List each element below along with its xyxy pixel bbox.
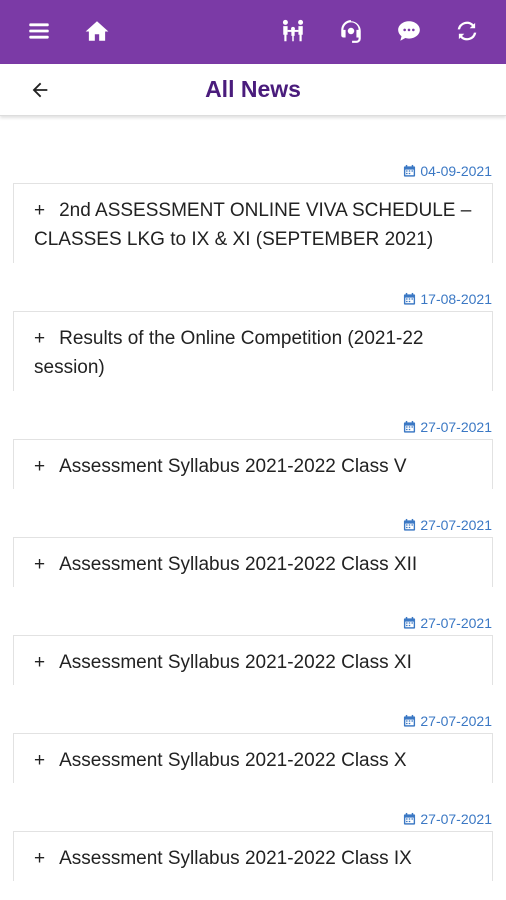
news-date-text: 27-07-2021 [420, 517, 492, 533]
calendar-icon [404, 164, 416, 177]
expand-plus-icon[interactable]: + [34, 848, 45, 869]
expand-plus-icon[interactable]: + [34, 328, 45, 349]
news-title: Assessment Syllabus 2021-2022 Class XII [59, 554, 418, 575]
news-date-text: 17-08-2021 [420, 291, 492, 307]
expand-plus-icon[interactable]: + [34, 554, 45, 575]
news-card[interactable]: + Assessment Syllabus 2021-2022 Class XI [13, 635, 493, 685]
expand-plus-icon[interactable]: + [34, 750, 45, 771]
news-title: Assessment Syllabus 2021-2022 Class X [59, 750, 407, 771]
news-title: Assessment Syllabus 2021-2022 Class XI [59, 652, 412, 673]
news-item: 27-07-2021 + Assessment Syllabus 2021-2022… [0, 810, 506, 882]
news-date: 27-07-2021 [403, 516, 492, 534]
news-card[interactable]: + Assessment Syllabus 2021-2022 Class XII [13, 537, 493, 587]
news-title: Assessment Syllabus 2021-2022 Class V [59, 456, 407, 477]
news-card[interactable]: +2nd ASSESSMENT ONLINE VIVA SCHEDULE – C… [13, 183, 493, 263]
news-date: 27-07-2021 [403, 418, 492, 436]
page-title: All News [205, 76, 301, 102]
news-item: 17-08-2021 + Results of the Online Competi… [0, 290, 506, 392]
news-item: 27-07-2021 + Assessment Syllabus 2021-2022… [0, 418, 506, 490]
news-date: 17-08-2021 [403, 290, 492, 308]
news-date: 27-07-2021 [403, 810, 492, 828]
news-title: Results of the Online Competition (2021-… [34, 328, 424, 378]
news-date: 04-09-2021 [403, 162, 492, 180]
news-title: 2nd ASSESSMENT ONLINE VIVA SCHEDULE – CL… [34, 200, 472, 250]
expand-plus-icon[interactable]: + [34, 456, 45, 477]
news-date-text: 27-07-2021 [420, 811, 492, 827]
news-item: 27-07-2021 + Assessment Syllabus 2021-2022… [0, 614, 506, 686]
news-item: 27-07-2021 + Assessment Syllabus 2021-2022… [0, 516, 506, 588]
news-date: 27-07-2021 [403, 712, 492, 730]
news-item: 27-07-2021 + Assessment Syllabus 2021-2022… [0, 712, 506, 784]
news-card[interactable]: + Assessment Syllabus 2021-2022 Class X [13, 733, 493, 783]
news-date-text: 27-07-2021 [420, 713, 492, 729]
family-icon[interactable] [278, 16, 308, 46]
news-card[interactable]: + Results of the Online Competition (2021… [13, 311, 493, 391]
news-list: 04-09-2021 +2nd ASSESSMENT ONLINE VIVA SC… [0, 116, 506, 900]
calendar-icon [404, 518, 416, 531]
news-date-text: 27-07-2021 [420, 419, 492, 435]
news-item: 04-09-2021 +2nd ASSESSMENT ONLINE VIVA SC… [0, 162, 506, 264]
support-icon[interactable] [336, 16, 366, 46]
refresh-icon[interactable] [452, 16, 482, 46]
calendar-icon [404, 812, 416, 825]
news-card[interactable]: + Assessment Syllabus 2021-2022 Class IX [13, 831, 493, 881]
chat-icon[interactable] [394, 16, 424, 46]
calendar-icon [404, 714, 416, 727]
home-icon[interactable] [82, 16, 112, 46]
news-date: 27-07-2021 [403, 614, 492, 632]
news-date-text: 04-09-2021 [420, 163, 492, 179]
expand-plus-icon[interactable]: + [34, 652, 45, 673]
calendar-icon [404, 420, 416, 433]
news-card[interactable]: + Assessment Syllabus 2021-2022 Class V [13, 439, 493, 489]
calendar-icon [404, 616, 416, 629]
title-bar: All News [0, 64, 506, 116]
expand-plus-icon[interactable]: + [34, 200, 45, 221]
news-title: Assessment Syllabus 2021-2022 Class IX [59, 848, 412, 869]
top-app-bar [0, 0, 506, 64]
menu-icon[interactable] [24, 16, 54, 46]
calendar-icon [404, 292, 416, 305]
news-date-text: 27-07-2021 [420, 615, 492, 631]
